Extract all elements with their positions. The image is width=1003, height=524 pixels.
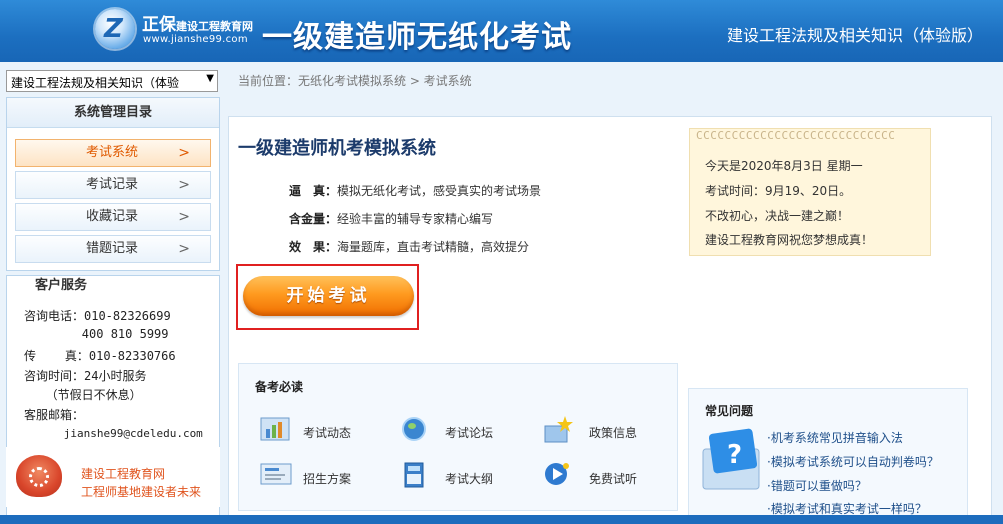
service-fax: 传 真：010-82330766 — [24, 349, 176, 363]
service-holiday: （节假日不休息） — [24, 388, 142, 402]
notice-date: 今天是2020年8月3日 星期一 — [705, 159, 863, 173]
service-email[interactable]: jianshe99@cdeledu.com — [24, 427, 203, 440]
nav-item-favorites[interactable]: 收藏记录 > — [15, 203, 211, 231]
phone-icon — [16, 455, 62, 497]
help-icon: ? — [702, 428, 760, 490]
chevron-right-icon: > — [178, 209, 190, 225]
promo-line-2: 工程师基地建设者未来 — [81, 485, 202, 499]
feature-quality: 含金量：经验丰富的辅导专家精心编写 — [289, 212, 494, 226]
media-icon — [545, 463, 569, 485]
nav-heading: 系统管理目录 — [7, 98, 219, 128]
prep-link-policy[interactable]: 政策信息 — [589, 424, 637, 441]
service-phone: 咨询电话：010-82326699 — [24, 309, 171, 323]
system-title: 一级建造师机考模拟系统 — [238, 138, 436, 159]
page-title: 一级建造师无纸化考试 — [262, 20, 572, 55]
start-exam-button[interactable]: 开始考试 — [243, 276, 414, 316]
faq-item[interactable]: ·错题可以重做吗？ — [767, 477, 867, 494]
book-icon — [404, 462, 424, 488]
prep-title: 备考必读 — [255, 380, 304, 394]
service-email-label: 客服邮箱： — [24, 408, 85, 422]
prep-link-forum[interactable]: 考试论坛 — [445, 424, 493, 441]
prep-link-news[interactable]: 考试动态 — [303, 424, 351, 441]
notice-card: CCCCCCCCCCCCCCCCCCCCCCCCCCCC 今天是2020年8月3… — [689, 128, 931, 256]
notice-wish: 建设工程教育网祝您梦想成真！ — [705, 233, 874, 247]
chevron-right-icon: > — [178, 241, 190, 257]
breadcrumb: 当前位置：无纸化考试模拟系统 > 考试系统 — [238, 74, 472, 88]
prep-link-trial[interactable]: 免费试听 — [589, 470, 637, 487]
feature-effect: 效 果：海量题库，直击考试精髓，高效提分 — [289, 240, 530, 254]
dropdown-arrow-icon: ▼ — [204, 73, 214, 84]
system-nav: 系统管理目录 考试系统 > 考试记录 > 收藏记录 > 错题记录 > — [6, 97, 220, 271]
prep-link-admission[interactable]: 招生方案 — [303, 470, 351, 487]
chevron-right-icon: > — [178, 177, 190, 193]
notice-slogan: 不改初心，决战一建之巅！ — [705, 209, 850, 223]
bottom-bar — [0, 515, 1003, 524]
promo-line-1: 建设工程教育网 — [81, 467, 166, 481]
feature-realistic: 逼 真：模拟无纸化考试，感受真实的考试场景 — [289, 184, 542, 198]
logo-url: www.jianshe99.com — [143, 34, 248, 45]
star-icon — [544, 416, 573, 443]
service-phone-2: 400 810 5999 — [24, 327, 169, 341]
service-hours: 咨询时间：24小时服务 — [24, 369, 147, 383]
promo-banner[interactable]: 建设工程教育网 工程师基地建设者未来 — [6, 447, 220, 507]
subject-select[interactable]: 建设工程法规及相关知识（体验 ▼ — [6, 70, 218, 92]
svg-text:?: ? — [727, 440, 742, 470]
chart-icon — [260, 417, 290, 441]
nav-item-wrong-answers[interactable]: 错题记录 > — [15, 235, 211, 263]
globe-icon — [402, 417, 426, 441]
nav-item-exam-records[interactable]: 考试记录 > — [15, 171, 211, 199]
chevron-right-icon: > — [178, 145, 190, 161]
logo-icon: Z — [95, 9, 135, 49]
faq-item[interactable]: ·机考系统常见拼音输入法 — [767, 429, 903, 446]
notice-exam-time: 考试时间：9月19、20日。 — [705, 184, 852, 198]
nav-item-exam-system[interactable]: 考试系统 > — [15, 139, 211, 167]
subject-title: 建设工程法规及相关知识（体验版） — [726, 26, 983, 45]
faq-section: 常见问题 ? ·机考系统常见拼音输入法 ·模拟考试系统可以自动判卷吗？ ·错题可… — [688, 388, 968, 516]
header-banner: Z 正保建设工程教育网 www.jianshe99.com 一级建造师无纸化考试… — [0, 0, 1003, 62]
faq-title: 常见问题 — [705, 404, 754, 418]
logo-name: 正保建设工程教育网 — [142, 15, 253, 35]
prep-reading: 备考必读 考试动态 考试论坛 政策信息 招生方案 考试大纲 免费试听 — [238, 363, 678, 511]
notebook-rings: CCCCCCCCCCCCCCCCCCCCCCCCCCCC — [696, 129, 896, 141]
faq-item[interactable]: ·模拟考试系统可以自动判卷吗？ — [767, 453, 939, 470]
start-button-highlight: 开始考试 — [236, 264, 419, 330]
service-heading: 客户服务 — [35, 278, 88, 293]
screen-icon — [260, 463, 292, 485]
prep-link-syllabus[interactable]: 考试大纲 — [445, 470, 493, 487]
